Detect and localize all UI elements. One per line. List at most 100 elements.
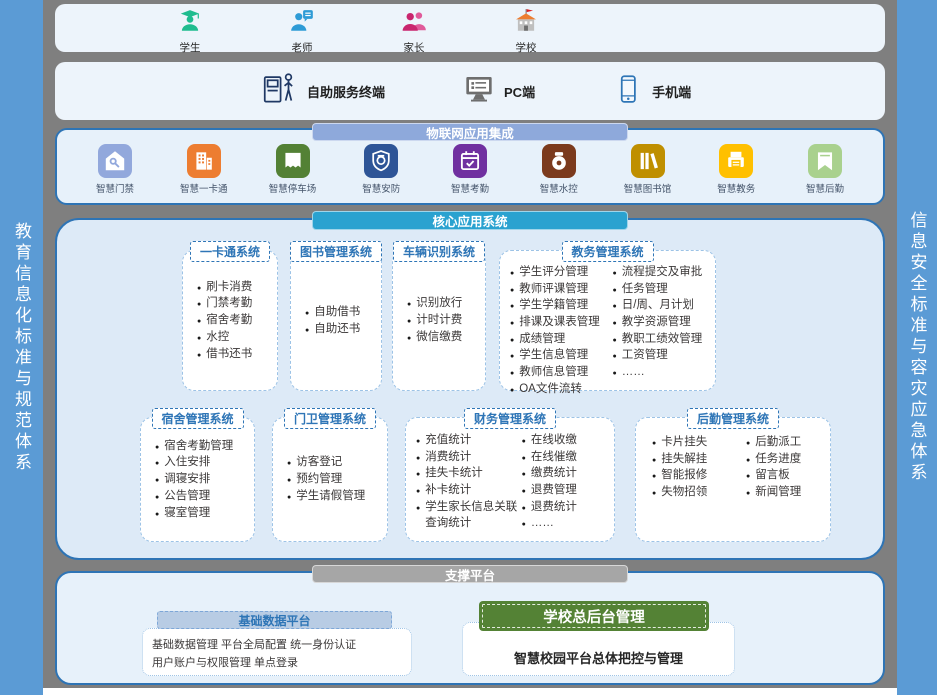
bullet-icon: ● <box>416 502 420 515</box>
system-item: ●缴费统计 <box>522 465 610 482</box>
system-item: ●学生请假管理 <box>287 488 381 505</box>
system-item: ●排课及课表管理 <box>510 314 609 331</box>
bullet-icon: ● <box>197 332 201 345</box>
system-item: ●学生家长信息关联查询统计 <box>416 499 518 532</box>
iot-label: 智慧图书馆 <box>624 181 672 195</box>
system-item: ●任务管理 <box>613 281 712 298</box>
base-platform-line: 基础数据管理 平台全局配置 统一身份认证 <box>152 636 402 654</box>
bullet-icon: ● <box>510 334 514 347</box>
iot-cell-attendance: 智慧考勤 <box>438 144 502 195</box>
user-cell-parents: 家长 <box>379 8 449 55</box>
bullet-icon: ● <box>746 437 750 450</box>
system-item: ●学生信息管理 <box>510 347 609 364</box>
system-item: ●失物招领 <box>652 484 732 501</box>
iot-label: 智慧水控 <box>540 181 578 195</box>
system-item-list: ●后勤派工●任务进度●留言板●新闻管理 <box>746 434 826 501</box>
core-banner: 核心应用系统 <box>312 211 628 230</box>
bullet-icon: ● <box>613 267 617 280</box>
user-label: 学校 <box>516 40 537 55</box>
system-item-list: ●宿舍考勤管理●入住安排●调寝安排●公告管理●寝室管理 <box>155 438 248 521</box>
users-panel: 学生 老师 家长 学校 <box>55 4 885 52</box>
iot-cell-academic: 智慧教务 <box>704 144 768 195</box>
system-item: ●教师信息管理 <box>510 364 609 381</box>
system-item: ●充值统计 <box>416 432 518 449</box>
bullet-icon: ● <box>746 470 750 483</box>
device-pc: PC端 <box>463 73 535 110</box>
system-item-list: ●学生评分管理●教师评课管理●学生学籍管理●排课及课表管理●成绩管理●学生信息管… <box>510 264 609 397</box>
system-item: ●门禁考勤 <box>197 295 271 312</box>
system-item: ●智能报修 <box>652 467 732 484</box>
system-item: ●宿舍考勤 <box>197 312 271 329</box>
system-box-gatekeeper: 门卫管理系统 ●访客登记●预约管理●学生请假管理 <box>272 417 388 542</box>
parking-icon <box>276 144 310 178</box>
system-item: ●学生评分管理 <box>510 264 609 281</box>
system-item: ●流程提交及审批 <box>613 264 712 281</box>
system-item: ●预约管理 <box>287 471 381 488</box>
iot-cell-water: 智慧水控 <box>527 144 591 195</box>
bullet-icon: ● <box>197 315 201 328</box>
system-item: ●借书还书 <box>197 346 271 363</box>
bullet-icon: ● <box>155 457 159 470</box>
phone-icon <box>613 74 643 109</box>
iot-cell-access: 智慧门禁 <box>83 144 147 195</box>
bullet-icon: ● <box>287 491 291 504</box>
access-control-icon <box>98 144 132 178</box>
water-control-icon <box>542 144 576 178</box>
bullet-icon: ● <box>613 317 617 330</box>
school-icon <box>513 8 539 39</box>
system-item: ●卡片挂失 <box>652 434 732 451</box>
bullet-icon: ● <box>652 487 656 500</box>
system-item: ●挂失解挂 <box>652 451 732 468</box>
system-box-title: 车辆识别系统 <box>393 241 485 262</box>
system-item: ●微信缴费 <box>407 329 479 346</box>
bullet-icon: ● <box>522 502 526 515</box>
bullet-icon: ● <box>305 307 309 320</box>
bullet-icon: ● <box>746 454 750 467</box>
iot-cell-security: 智慧安防 <box>349 144 413 195</box>
bullet-icon: ● <box>522 435 526 448</box>
system-item: ●寝室管理 <box>155 505 248 522</box>
system-item: ●在线催缴 <box>522 449 610 466</box>
bullet-icon: ● <box>407 298 411 311</box>
right-rail: 信息安全标准与容灾应急体系 <box>897 0 937 695</box>
iot-label: 智慧门禁 <box>96 181 134 195</box>
left-rail-text: 教育信息化标准与规范体系 <box>9 222 34 474</box>
bullet-icon: ● <box>416 468 420 481</box>
system-box-title: 后勤管理系统 <box>687 408 779 429</box>
bullet-icon: ● <box>155 491 159 504</box>
system-item: ●新闻管理 <box>746 484 826 501</box>
iot-label: 智慧安防 <box>362 181 400 195</box>
iot-cell-parking: 智慧停车场 <box>261 144 325 195</box>
right-rail-text: 信息安全标准与容灾应急体系 <box>905 211 930 484</box>
system-item: ●识别放行 <box>407 295 479 312</box>
support-banner: 支撑平台 <box>312 565 628 583</box>
system-box-library: 图书管理系统 ●自助借书●自助还书 <box>290 250 382 391</box>
core-panel: 核心应用系统 一卡通系统 ●刷卡消费●门禁考勤●宿舍考勤●水控●借书还书 图书管… <box>55 218 885 560</box>
iot-cell-library: 智慧图书馆 <box>616 144 680 195</box>
bullet-icon: ● <box>197 282 201 295</box>
device-label: 手机端 <box>652 82 691 101</box>
user-label: 家长 <box>404 40 425 55</box>
bullet-icon: ● <box>613 284 617 297</box>
system-box-title: 一卡通系统 <box>190 241 270 262</box>
logistics-flag-icon <box>808 144 842 178</box>
system-item: ●任务进度 <box>746 451 826 468</box>
system-item: ●挂失卡统计 <box>416 465 518 482</box>
bullet-icon: ● <box>510 384 514 397</box>
kiosk-icon <box>260 70 298 113</box>
system-item: ●教职工绩效管理 <box>613 331 712 348</box>
system-item: ●自助还书 <box>305 321 375 338</box>
system-item: ●刷卡消费 <box>197 279 271 296</box>
system-box-logistics: 后勤管理系统 ●卡片挂失●挂失解挂●智能报修●失物招领 ●后勤派工●任务进度●留… <box>635 417 831 542</box>
bullet-icon: ● <box>522 468 526 481</box>
system-item-list: ●自助借书●自助还书 <box>305 304 375 337</box>
iot-cell-logistics: 智慧后勤 <box>793 144 857 195</box>
system-item: ●退费管理 <box>522 482 610 499</box>
bullet-icon: ● <box>510 267 514 280</box>
system-item: ●公告管理 <box>155 488 248 505</box>
base-data-platform-box: 基础数据管理 平台全局配置 统一身份认证 用户账户与权限管理 单点登录 <box>142 628 412 676</box>
iot-label: 智慧考勤 <box>451 181 489 195</box>
bullet-icon: ● <box>416 435 420 448</box>
bullet-icon: ● <box>522 485 526 498</box>
smart-campus-architecture-diagram: 教育信息化标准与规范体系 信息安全标准与容灾应急体系 学生 老师 家长 <box>0 0 937 695</box>
